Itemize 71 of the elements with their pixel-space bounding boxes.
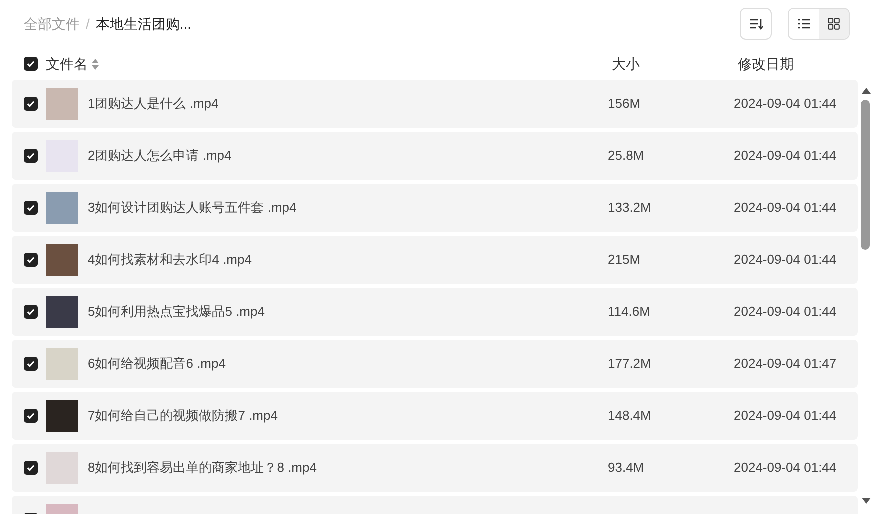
scroll-down-icon[interactable] — [862, 498, 871, 504]
file-size: 114.6M — [608, 303, 652, 322]
checkmark-icon — [26, 411, 36, 421]
photo-placeholder — [46, 244, 78, 276]
file-size: 177.2M — [608, 355, 652, 374]
file-name[interactable]: 4如何找素材和去水印4 .mp4 — [88, 250, 608, 270]
checkbox[interactable] — [24, 149, 38, 163]
column-header[interactable]: 大小 — [612, 54, 738, 74]
checkbox[interactable] — [24, 253, 38, 267]
file-row[interactable]: 1团购达人是什么 .mp4 156M 2024-09-04 01:44 — [12, 80, 858, 128]
photo-placeholder — [46, 400, 78, 432]
file-size: 215M — [608, 251, 642, 270]
list-icon — [798, 19, 810, 29]
checkmark-icon — [26, 203, 36, 213]
scroll-up-icon[interactable] — [862, 88, 871, 94]
checkbox[interactable] — [24, 97, 38, 111]
checkmark-icon — [26, 463, 36, 473]
checkbox[interactable] — [24, 461, 38, 475]
checkmark-icon — [26, 307, 36, 317]
photo-placeholder — [46, 88, 78, 120]
file-name[interactable]: 1团购达人是什么 .mp4 — [88, 94, 608, 114]
file-row[interactable]: 8如何找到容易出单的商家地址？8 .mp4 93.4M 2024-09-04 01:44 — [12, 444, 858, 492]
modified-date: 2024-09-04 01:44 — [734, 251, 837, 270]
checkmark-icon — [26, 59, 36, 69]
column-header[interactable]: 修改日期 — [738, 54, 794, 74]
checkbox[interactable] — [24, 57, 38, 71]
file-size: 93.4M — [608, 459, 646, 478]
breadcrumb-link[interactable]: 本地生活团购... — [96, 14, 192, 34]
file-row[interactable]: 3如何设计团购达人账号五件套 .mp4 133.2M 2024-09-04 01:44 — [12, 184, 858, 232]
modified-date: 2024-09-04 01:44 — [734, 303, 837, 322]
file-name[interactable]: 7如何给自己的视频做防搬7 .mp4 — [88, 406, 608, 426]
file-row[interactable]: 5如何利用热点宝找爆品5 .mp4 114.6M 2024-09-04 01:44 — [12, 288, 858, 336]
file-name[interactable]: 8如何找到容易出单的商家地址？8 .mp4 — [88, 458, 608, 478]
checkbox[interactable] — [24, 357, 38, 371]
file-size: 156M — [608, 95, 642, 114]
modified-date: 2024-09-04 01:44 — [734, 147, 837, 166]
file-name[interactable]: 5如何利用热点宝找爆品5 .mp4 — [88, 302, 608, 322]
checkbox[interactable] — [24, 305, 38, 319]
grid-icon — [828, 18, 840, 30]
breadcrumb-separator: / — [86, 14, 90, 34]
file-row[interactable]: 6如何给视频配音6 .mp4 177.2M 2024-09-04 01:47 — [12, 340, 858, 388]
checkmark-icon — [26, 99, 36, 109]
sort-icon[interactable] — [92, 58, 99, 70]
sort-button[interactable] — [740, 8, 772, 40]
modified-date: 2024-09-04 01:44 — [734, 407, 837, 426]
checkmark-icon — [26, 151, 36, 161]
grid-view-button[interactable] — [819, 9, 849, 39]
file-name[interactable]: 3如何设计团购达人账号五件套 .mp4 — [88, 198, 608, 218]
checkbox[interactable] — [24, 409, 38, 423]
file-row[interactable]: 2团购达人怎么申请 .mp4 25.8M 2024-09-04 01:44 — [12, 132, 858, 180]
column-header[interactable]: 文件名 — [46, 54, 88, 74]
modified-date: 2024-09-04 01:44 — [734, 459, 837, 478]
modified-date: 2024-09-04 01:47 — [734, 355, 837, 374]
photo-placeholder — [46, 348, 78, 380]
modified-date: 2024-09-04 01:44 — [734, 95, 837, 114]
sort-icon — [749, 18, 763, 30]
photo-placeholder — [46, 296, 78, 328]
photo-placeholder — [46, 192, 78, 224]
file-size: 148.4M — [608, 407, 652, 426]
modified-date: 2024-09-04 01:44 — [734, 199, 837, 218]
file-name[interactable]: 2团购达人怎么申请 .mp4 — [88, 146, 608, 166]
file-row[interactable]: 4如何找素材和去水印4 .mp4 215M 2024-09-04 01:44 — [12, 236, 858, 284]
checkbox[interactable] — [24, 201, 38, 215]
file-size: 133.2M — [608, 199, 652, 218]
file-name[interactable]: 6如何给视频配音6 .mp4 — [88, 354, 608, 374]
file-row[interactable]: 7如何给自己的视频做防搬7 .mp4 148.4M 2024-09-04 01:44 — [12, 392, 858, 440]
checkmark-icon — [26, 255, 36, 265]
scrollbar-thumb[interactable] — [861, 100, 870, 250]
photo-placeholder — [46, 452, 78, 484]
file-size: 25.8M — [608, 147, 646, 166]
checkmark-icon — [26, 359, 36, 369]
